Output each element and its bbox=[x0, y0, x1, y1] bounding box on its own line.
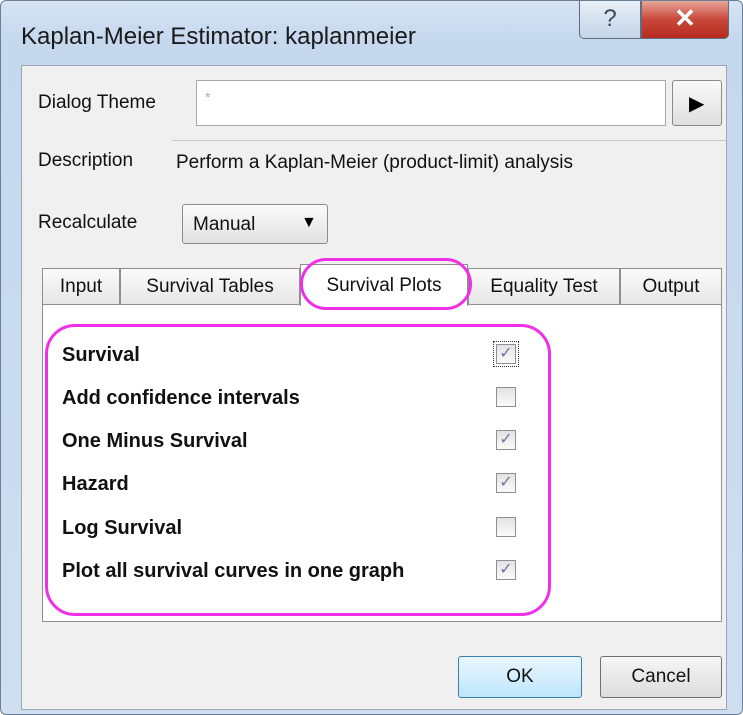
dialog-theme-value: * bbox=[205, 89, 211, 105]
tab-survival-tables[interactable]: Survival Tables bbox=[120, 268, 300, 304]
tab-input[interactable]: Input bbox=[42, 268, 120, 304]
recalculate-select[interactable]: Manual ▼ bbox=[182, 204, 328, 244]
tab-output[interactable]: Output bbox=[620, 268, 722, 304]
option-log-survival-checkbox[interactable] bbox=[496, 517, 516, 537]
option-one-minus-survival-checkbox[interactable]: ✓ bbox=[496, 430, 516, 450]
play-arrow-icon: ▶ bbox=[689, 93, 705, 115]
option-confidence-intervals-label: Add confidence intervals bbox=[62, 387, 300, 409]
option-all-curves-one-graph-checkbox[interactable]: ✓ bbox=[496, 560, 516, 580]
option-hazard-checkbox[interactable]: ✓ bbox=[496, 473, 516, 493]
option-all-curves-one-graph-label: Plot all survival curves in one graph bbox=[62, 560, 405, 582]
description-divider bbox=[172, 140, 728, 141]
tab-strip: Input Survival Tables Survival Plots Equ… bbox=[42, 264, 722, 306]
dialog-body: Dialog Theme * ▶ Description Perform a K… bbox=[21, 65, 728, 710]
description-label: Description bbox=[38, 150, 134, 171]
option-survival-checkbox[interactable]: ✓ bbox=[493, 341, 519, 367]
help-button[interactable]: ? bbox=[579, 1, 641, 39]
dialog-theme-label: Dialog Theme bbox=[38, 92, 156, 113]
description-text: Perform a Kaplan-Meier (product-limit) a… bbox=[176, 152, 574, 173]
option-confidence-intervals-checkbox[interactable] bbox=[496, 387, 516, 407]
option-hazard-label: Hazard bbox=[62, 473, 129, 495]
option-log-survival-label: Log Survival bbox=[62, 517, 183, 539]
cancel-button[interactable]: Cancel bbox=[600, 656, 722, 698]
recalculate-value: Manual bbox=[193, 214, 256, 235]
help-icon: ? bbox=[603, 5, 617, 32]
dropdown-arrow-icon: ▼ bbox=[301, 214, 317, 231]
theme-menu-button[interactable]: ▶ bbox=[672, 80, 722, 126]
option-one-minus-survival-label: One Minus Survival bbox=[62, 430, 248, 452]
close-icon: ✕ bbox=[674, 3, 696, 33]
recalculate-label: Recalculate bbox=[38, 212, 138, 233]
tab-survival-plots[interactable]: Survival Plots bbox=[300, 264, 468, 306]
option-survival-label: Survival bbox=[62, 344, 140, 366]
window-title: Kaplan-Meier Estimator: kaplanmeier bbox=[21, 23, 416, 50]
tab-equality-test[interactable]: Equality Test bbox=[468, 268, 620, 304]
ok-button[interactable]: OK bbox=[458, 656, 582, 698]
close-button[interactable]: ✕ bbox=[641, 1, 729, 39]
dialog-window: Kaplan-Meier Estimator: kaplanmeier ? ✕ … bbox=[0, 0, 743, 715]
dialog-theme-input[interactable]: * bbox=[196, 80, 666, 126]
